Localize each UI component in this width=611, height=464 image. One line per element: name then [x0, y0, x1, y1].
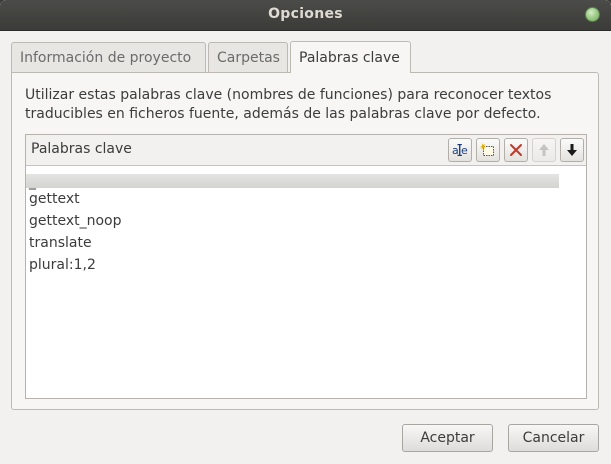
move-down-button[interactable]	[560, 138, 584, 162]
list-item[interactable]: plural:1,2	[26, 254, 586, 276]
accept-button[interactable]: Aceptar	[402, 424, 493, 452]
list-item[interactable]: gettext_noop	[26, 210, 586, 232]
add-button[interactable]	[476, 138, 500, 162]
tab-project-info[interactable]: Información de proyecto	[11, 42, 206, 72]
list-header-label: Palabras clave	[31, 141, 132, 157]
list-header: Palabras clave a e	[26, 135, 586, 166]
svg-text:e: e	[461, 144, 468, 157]
title-bar: Opciones	[0, 0, 611, 31]
rename-icon: a e	[452, 144, 468, 157]
move-down-icon	[567, 144, 577, 156]
list-item[interactable]: translate	[26, 232, 586, 254]
tab-keywords[interactable]: Palabras clave	[290, 41, 411, 73]
rename-button[interactable]: a e	[448, 138, 472, 162]
tab-folders[interactable]: Carpetas	[208, 42, 288, 72]
list-item[interactable]: gettext	[26, 188, 586, 210]
window-title: Opciones	[268, 6, 343, 22]
move-up-button[interactable]	[532, 138, 556, 162]
keywords-list[interactable]: Palabras clave a e _ gettext gettext_noo…	[25, 134, 587, 399]
delete-button[interactable]	[504, 138, 528, 162]
cancel-button[interactable]: Cancelar	[508, 424, 599, 452]
close-icon[interactable]	[585, 7, 600, 22]
delete-icon	[510, 144, 522, 156]
keywords-panel: Utilizar estas palabras clave (nombres d…	[11, 72, 599, 410]
move-up-icon	[539, 144, 549, 156]
list-body: _ gettext gettext_noop translate plural:…	[26, 166, 586, 276]
list-item[interactable]: _	[26, 174, 559, 190]
options-dialog: Opciones Información de proyecto Carpeta…	[0, 0, 611, 464]
keywords-description: Utilizar estas palabras clave (nombres d…	[25, 87, 552, 122]
add-icon	[480, 143, 494, 156]
